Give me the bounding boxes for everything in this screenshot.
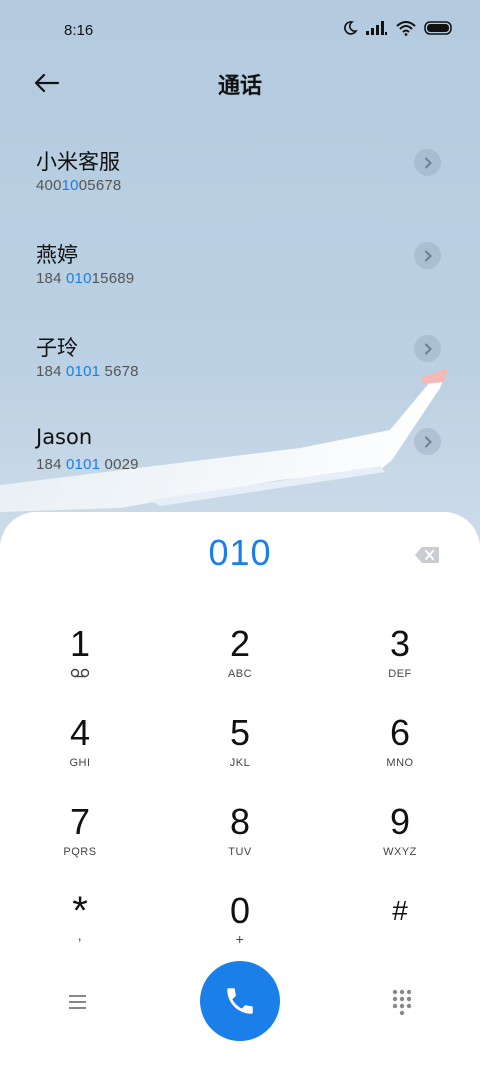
number-text: 400 [36,177,62,194]
key-0[interactable]: 0 + [180,891,300,971]
contact-number: 184 0101 5678 [36,363,139,380]
contact-number: 184 01015689 [36,270,134,287]
key-digit: 7 [69,801,91,842]
dialed-number[interactable]: 010 [0,532,480,574]
key-digit: 6 [389,712,411,753]
number-text: 15689 [91,270,135,287]
number-text: 0029 [100,456,139,473]
key-7[interactable]: 7 PQRS [20,802,140,882]
moon-icon [344,21,358,35]
key-9[interactable]: 9 WXYZ [340,802,460,882]
key-digit: 4 [69,712,91,753]
key-star[interactable]: * , [20,891,140,971]
key-digit: 0 [229,890,251,931]
key-digit: # [392,895,408,926]
contact-name: 燕婷 [36,243,78,267]
contact-detail-button[interactable] [414,428,441,455]
number-match: 010 [66,270,92,287]
key-letters: GHI [69,757,91,769]
key-letters: + [235,931,245,947]
key-letters: ABC [227,668,253,680]
key-letters: DEF [388,668,412,680]
number-text: 184 [36,363,66,380]
key-digit: 9 [389,801,411,842]
contact-number: 184 0101 0029 [36,456,139,473]
number-match: 0101 [66,363,101,380]
key-8[interactable]: 8 TUV [180,802,300,882]
key-digit: 1 [69,623,91,664]
status-bar: 8:16 [0,0,480,62]
voicemail-icon [20,668,140,681]
key-hash[interactable]: # [340,891,460,971]
list-item[interactable]: 小米客服 4001005678 [0,140,480,210]
number-text: 184 [36,456,66,473]
number-text: 5678 [100,363,139,380]
contact-name: 子玲 [36,336,78,360]
list-item[interactable]: 燕婷 184 01015689 [0,233,480,303]
dialer-panel: 010 1 2 ABC 3 DEF 4 GHI 5 JKL 6 MNO 7 PQ… [0,512,480,1066]
contact-detail-button[interactable] [414,149,441,176]
chevron-right-icon [424,436,432,447]
dialpad-icon [392,989,412,1016]
key-6[interactable]: 6 MNO [340,713,460,793]
battery-icon [424,21,452,35]
key-5[interactable]: 5 JKL [180,713,300,793]
keypad-toggle-button[interactable] [390,988,414,1016]
call-button[interactable] [200,961,280,1041]
chevron-right-icon [424,343,432,354]
page-title: 通话 [217,74,262,99]
chevron-right-icon [424,250,432,261]
key-letters: JKL [229,757,251,769]
backspace-icon [415,547,439,563]
status-time: 8:16 [64,22,94,39]
status-icons [342,20,454,36]
key-digit: 3 [389,623,411,664]
chevron-right-icon [424,157,432,168]
key-digit: 8 [229,801,251,842]
key-letters: MNO [386,757,414,769]
phone-icon [227,988,253,1014]
key-1[interactable]: 1 [20,624,140,704]
list-item[interactable]: 子玲 184 0101 5678 [0,326,480,396]
contact-detail-button[interactable] [414,335,441,362]
key-4[interactable]: 4 GHI [20,713,140,793]
key-letters: WXYZ [383,846,417,858]
header: 通话 [0,62,480,104]
number-text: 05678 [78,177,122,194]
contact-name: 小米客服 [36,150,120,174]
key-letters: TUV [228,846,252,858]
menu-button[interactable] [66,990,90,1014]
number-match: 10 [61,177,79,194]
key-digit: 2 [229,623,251,664]
key-digit: * [72,889,88,933]
wifi-icon [396,20,416,36]
contact-number: 4001005678 [36,177,121,194]
contact-name: Jason [36,425,93,449]
menu-icon [69,995,86,1009]
key-digit: 5 [229,712,251,753]
key-3[interactable]: 3 DEF [340,624,460,704]
signal-icon [366,21,387,35]
backspace-button[interactable] [414,546,440,564]
key-2[interactable]: 2 ABC [180,624,300,704]
key-letters: PQRS [63,846,97,858]
contact-detail-button[interactable] [414,242,441,269]
list-item[interactable]: Jason 184 0101 0029 [0,419,480,489]
number-match: 0101 [66,456,101,473]
number-text: 184 [36,270,66,287]
key-letters: , [77,927,83,943]
